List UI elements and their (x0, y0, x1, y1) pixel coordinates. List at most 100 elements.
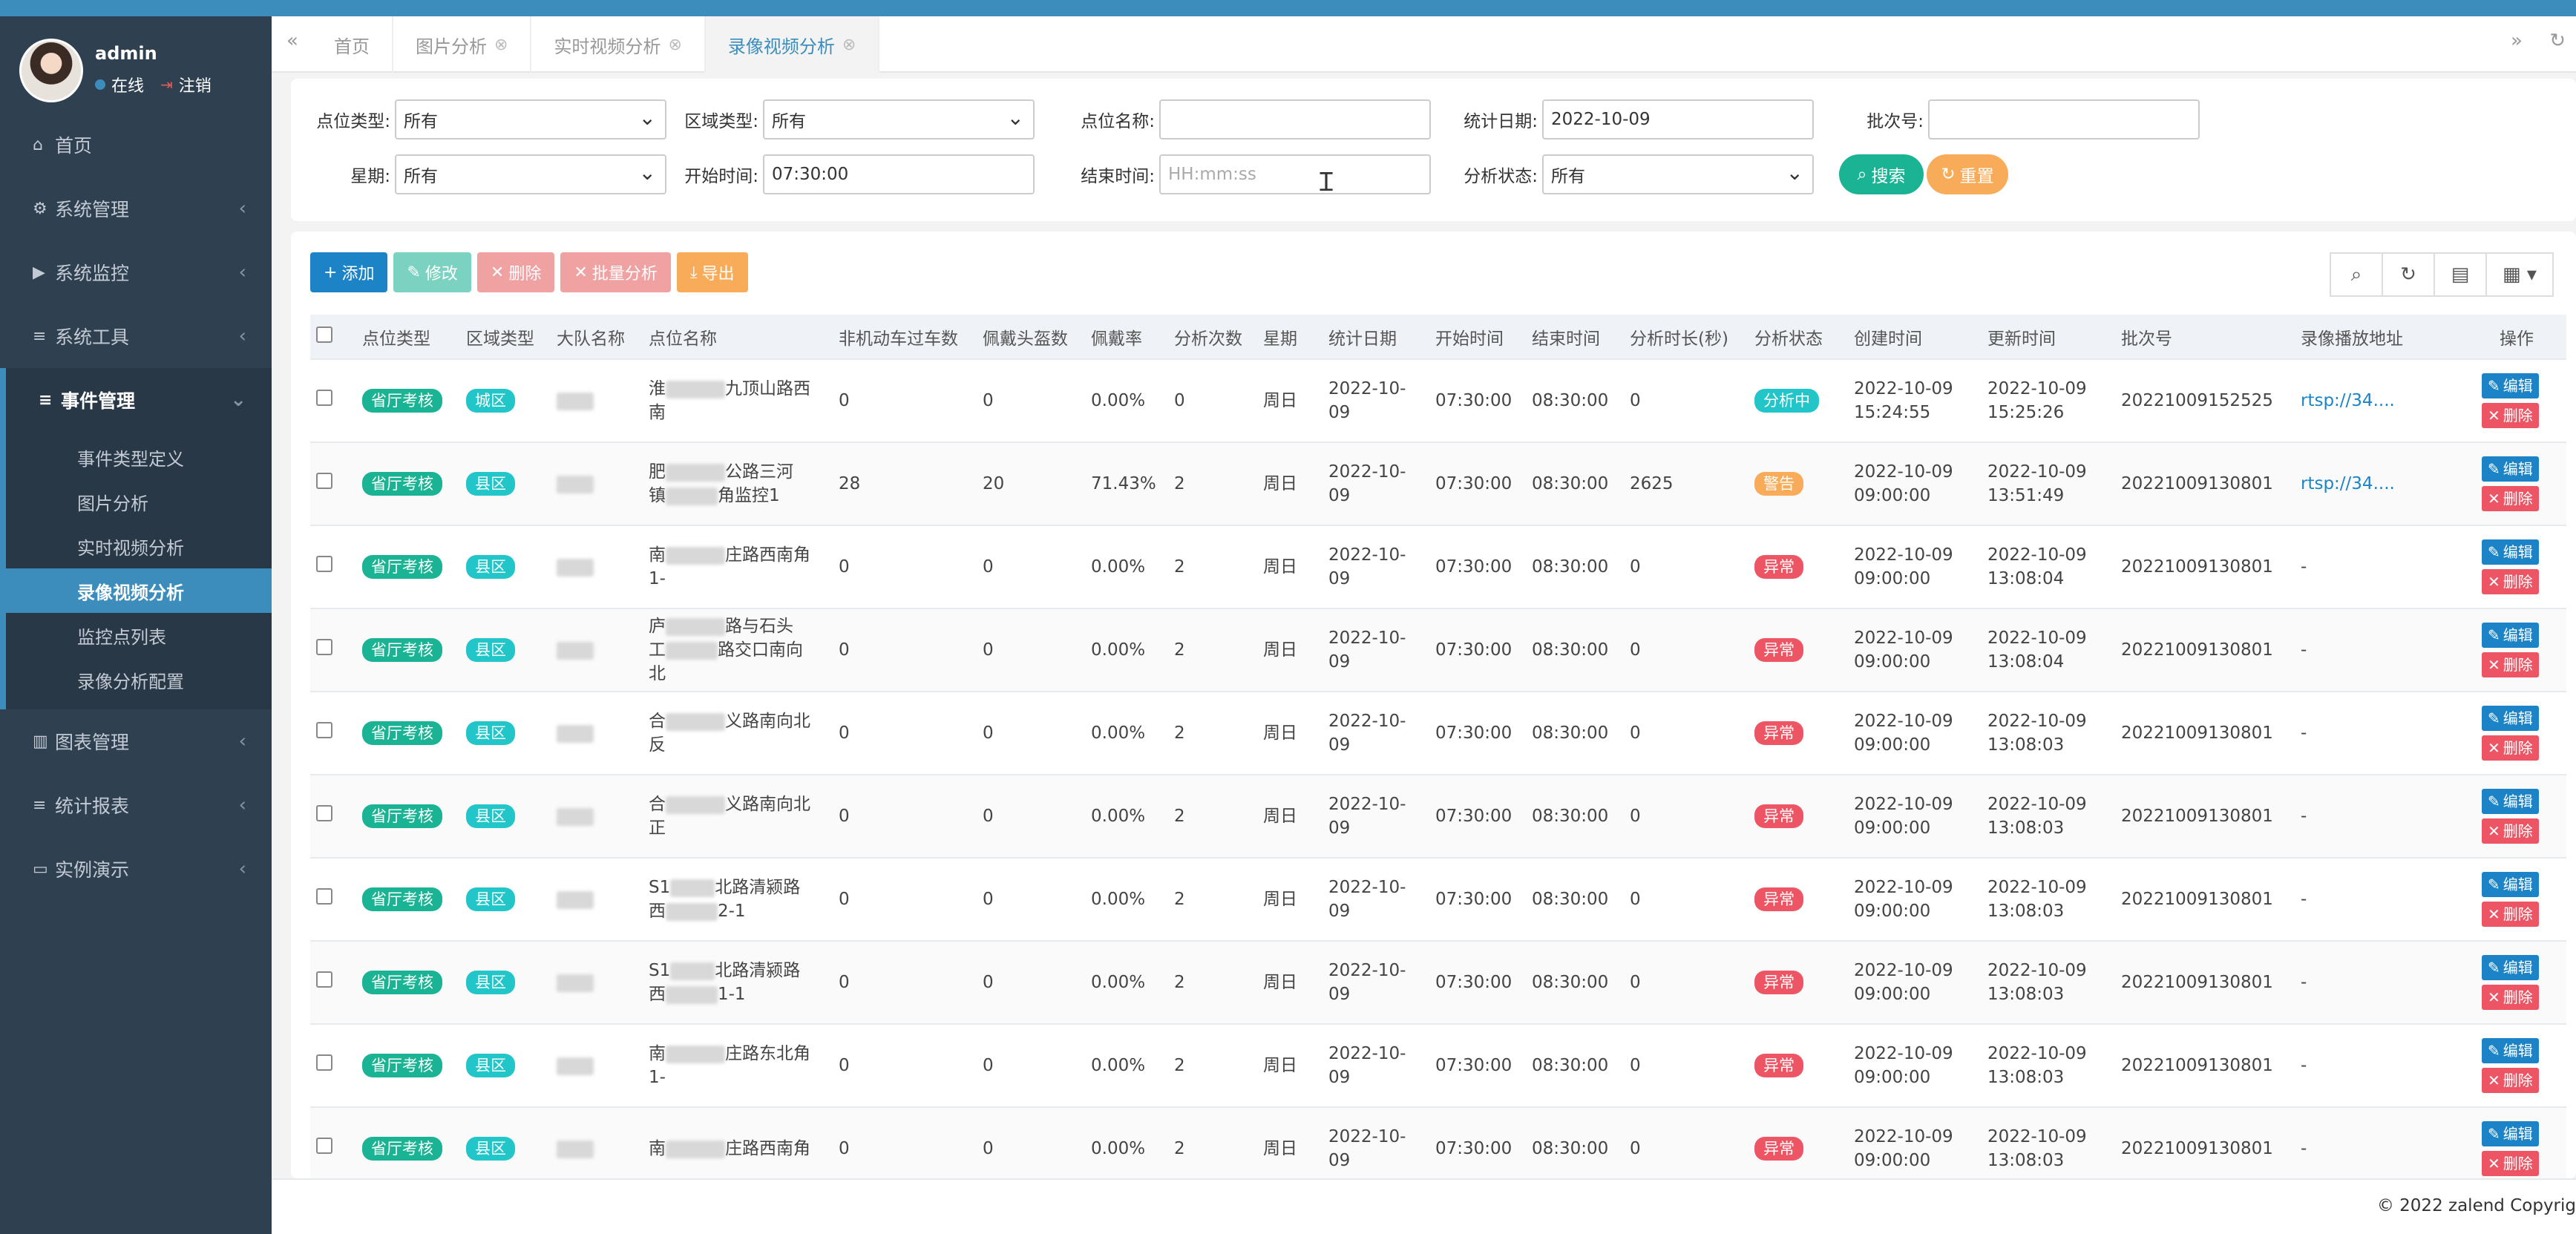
column-header[interactable]: 大队名称 (551, 315, 643, 360)
row-delete-button[interactable]: ✕ 删除 (2482, 818, 2539, 844)
row-delete-button[interactable]: ✕ 删除 (2482, 403, 2539, 428)
delete-button[interactable]: ✕ 删除 (476, 252, 555, 292)
tab-0[interactable]: 首页 (312, 16, 393, 73)
column-header[interactable]: 分析次数 (1168, 315, 1257, 360)
tab-1[interactable]: 图片分析 ⊗ (393, 16, 532, 73)
column-header[interactable]: 星期 (1257, 315, 1323, 360)
url-cell[interactable]: rtsp://34.... (2295, 442, 2461, 526)
close-tab-icon[interactable]: ⊗ (668, 36, 681, 54)
row-edit-button[interactable]: ✎ 编辑 (2482, 373, 2539, 398)
avatar[interactable] (19, 39, 83, 102)
row-checkbox[interactable] (316, 971, 332, 988)
close-tab-icon[interactable]: ⊗ (494, 36, 508, 54)
sidebar-item-2[interactable]: ▶ 系统监控 ‹ (0, 240, 272, 304)
row-edit-button[interactable]: ✎ 编辑 (2482, 1121, 2539, 1146)
table-row[interactable]: 省厅考核 县区 肥 公路三河镇 角监控1 28 20 71.43% 2 周日 202… (310, 442, 2566, 526)
batch-input[interactable] (1928, 99, 2200, 140)
column-header[interactable]: 点位名称 (643, 315, 833, 360)
refresh-tab-icon[interactable]: ↻ (2549, 30, 2566, 52)
submenu-item-4[interactable]: 监控点列表 (6, 613, 272, 657)
row-delete-button[interactable]: ✕ 删除 (2482, 486, 2539, 511)
status-select[interactable]: 所有 (1542, 154, 1814, 194)
submenu-item-1[interactable]: 图片分析 (6, 479, 272, 524)
row-checkbox[interactable] (316, 722, 332, 738)
refresh-button[interactable]: ↻ (2382, 252, 2435, 297)
area-type-select[interactable]: 所有 (763, 99, 1035, 140)
column-header[interactable]: 区域类型 (460, 315, 551, 360)
search-toggle-button[interactable]: ⌕ (2330, 252, 2383, 297)
tab-3[interactable]: 录像视频分析 ⊗ (705, 16, 880, 73)
row-checkbox[interactable] (316, 639, 332, 655)
url-cell[interactable]: rtsp://34.... (2295, 359, 2461, 443)
row-delete-button[interactable]: ✕ 删除 (2482, 569, 2539, 594)
column-header[interactable]: 统计日期 (1323, 315, 1429, 360)
sidebar-item-6[interactable]: ≡ 统计报表 ‹ (0, 773, 272, 837)
table-row[interactable]: 省厅考核 县区 合义路南向北反 0 0 0.00% 2 周日 2022-10- 0… (310, 692, 2566, 775)
row-edit-button[interactable]: ✎ 编辑 (2482, 456, 2539, 482)
column-header[interactable]: 佩戴头盔数 (977, 315, 1085, 360)
play-url-link[interactable]: rtsp://34.... (2301, 474, 2395, 493)
row-edit-button[interactable]: ✎ 编辑 (2482, 706, 2539, 731)
tab-scroll-left-icon[interactable]: « (278, 30, 307, 59)
toggle-view-button[interactable]: ▤ (2434, 252, 2487, 297)
column-header[interactable]: 创建时间 (1848, 315, 1982, 360)
close-tab-icon[interactable]: ⊗ (842, 36, 856, 54)
batch-analyze-button[interactable]: ✕ 批量分析 (560, 252, 671, 292)
table-row[interactable]: 省厅考核 县区 南 庄路东北角 1- 0 0 0.00% 2 周日 2022-10-… (310, 1024, 2566, 1108)
reset-button[interactable]: ↻ 重置 (1927, 154, 2008, 194)
table-row[interactable]: 省厅考核 县区 南庄路西南角 0 0 0.00% 2 周日 2022-10- 09… (310, 1107, 2566, 1178)
column-header[interactable]: 非机动车过车数 (833, 315, 977, 360)
row-checkbox[interactable] (316, 390, 332, 406)
logout-link[interactable]: 注销 (179, 73, 212, 96)
logout-icon[interactable]: ⇥ (160, 76, 173, 93)
row-checkbox[interactable] (316, 473, 332, 489)
tab-2[interactable]: 实时视频分析 ⊗ (531, 16, 706, 73)
row-edit-button[interactable]: ✎ 编辑 (2482, 539, 2539, 565)
row-delete-button[interactable]: ✕ 删除 (2482, 902, 2539, 927)
column-header[interactable]: 开始时间 (1429, 315, 1526, 360)
row-edit-button[interactable]: ✎ 编辑 (2482, 789, 2539, 814)
row-edit-button[interactable]: ✎ 编辑 (2482, 872, 2539, 897)
row-checkbox[interactable] (316, 556, 332, 572)
submenu-item-5[interactable]: 录像分析配置 (6, 657, 272, 702)
search-button[interactable]: ⌕ 搜索 (1839, 154, 1924, 194)
sidebar-item-0[interactable]: ⌂ 首页 (0, 113, 272, 177)
add-button[interactable]: + 添加 (310, 252, 388, 292)
sidebar-item-3[interactable]: ≡ 系统工具 ‹ (0, 304, 272, 368)
point-type-select[interactable]: 所有 (395, 99, 666, 140)
table-row[interactable]: 省厅考核 县区 南 庄路西南角 1- 0 0 0.00% 2 周日 2022-10-… (310, 525, 2566, 609)
row-checkbox[interactable] (316, 1138, 332, 1154)
table-row[interactable]: 省厅考核 城区 淮九顶山路西南 0 0 0.00% 0 周日 2022-10- 0… (310, 359, 2566, 443)
start-time-input[interactable]: 07:30:00 (763, 154, 1035, 194)
row-checkbox[interactable] (316, 1054, 332, 1071)
column-header[interactable]: 分析时长(秒) (1624, 315, 1749, 360)
play-url-link[interactable]: rtsp://34.... (2301, 391, 2395, 410)
row-edit-button[interactable]: ✎ 编辑 (2482, 623, 2539, 648)
columns-button[interactable]: ▦ ▾ (2485, 252, 2554, 297)
week-select[interactable]: 所有 (395, 154, 666, 194)
column-header[interactable]: 分析状态 (1749, 315, 1848, 360)
export-button[interactable]: ⤓ 导出 (676, 252, 748, 292)
column-header[interactable]: 佩戴率 (1085, 315, 1168, 360)
column-header[interactable]: 结束时间 (1526, 315, 1624, 360)
submenu-item-0[interactable]: 事件类型定义 (6, 435, 272, 479)
row-delete-button[interactable]: ✕ 删除 (2482, 1151, 2539, 1176)
row-delete-button[interactable]: ✕ 删除 (2482, 1068, 2539, 1093)
row-checkbox[interactable] (316, 888, 332, 905)
end-time-input[interactable]: HH:mm:ss (1159, 154, 1431, 194)
point-name-input[interactable] (1159, 99, 1431, 140)
tab-scroll-right-icon[interactable]: » (2502, 30, 2531, 59)
row-delete-button[interactable]: ✕ 删除 (2482, 735, 2539, 761)
sidebar-item-7[interactable]: ▭ 实例演示 ‹ (0, 837, 272, 901)
stat-date-input[interactable]: 2022-10-09 (1542, 99, 1814, 140)
select-all-checkbox[interactable] (316, 326, 332, 343)
row-checkbox[interactable] (316, 805, 332, 821)
table-row[interactable]: 省厅考核 县区 S1 北路清颍路西 1-1 0 0 0.00% 2 周日 2022-… (310, 941, 2566, 1025)
table-row[interactable]: 省厅考核 县区 S1 北路清颍路西 2-1 0 0 0.00% 2 周日 2022-… (310, 858, 2566, 942)
table-row[interactable]: 省厅考核 县区 庐 路与石头工 路交口南向北 0 0 0.00% 2 周日 2022… (310, 608, 2566, 692)
sidebar-item-5[interactable]: ▥ 图表管理 ‹ (0, 709, 272, 773)
row-delete-button[interactable]: ✕ 删除 (2482, 985, 2539, 1010)
sidebar-item-4[interactable]: ≡ 事件管理 ⌄ (0, 368, 272, 432)
submenu-item-3[interactable]: 录像视频分析 (6, 568, 272, 613)
edit-button[interactable]: ✎ 修改 (393, 252, 471, 292)
